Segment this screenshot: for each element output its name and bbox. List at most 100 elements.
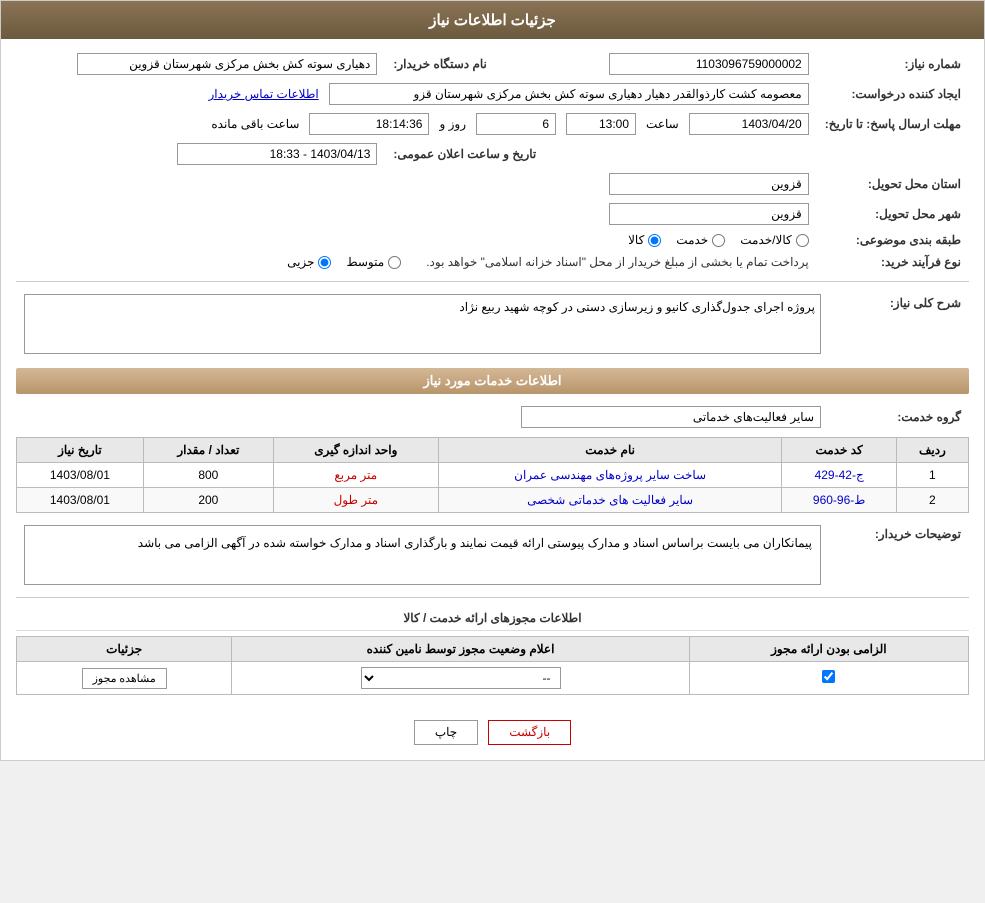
announcement-label: تاریخ و ساعت اعلان عمومی: [385, 139, 544, 169]
buyer-notes-label: توضیحات خریدار: [829, 521, 969, 589]
license-row: -- مشاهده مجوز [17, 662, 969, 695]
cell-unit: متر طول [273, 488, 438, 513]
contact-link[interactable]: اطلاعات تماس خریدار [208, 87, 318, 101]
table-row: 2 ط-96-960 سایر فعالیت های خدماتی شخصی م… [17, 488, 969, 513]
buyer-org-display: دهیاری سوته کش بخش مرکزی شهرستان قزوین [77, 53, 377, 75]
radio-service[interactable]: خدمت [676, 233, 725, 247]
process-note: پرداخت تمام یا بخشی از مبلغ خریدار از مح… [426, 255, 809, 269]
city-display: قزوین [609, 203, 809, 225]
city-value: قزوین [16, 199, 817, 229]
announcement-display: 1403/04/13 - 18:33 [177, 143, 377, 165]
col-details: جزئیات [17, 637, 232, 662]
page-wrapper: جزئیات اطلاعات نیاز شماره نیاز: 11030967… [0, 0, 985, 761]
radio-kala-service[interactable]: کالا/خدمت [740, 233, 808, 247]
deadline-time: 13:00 [566, 113, 636, 135]
service-group-display: سایر فعالیت‌های خدماتی [521, 406, 821, 428]
divider-2 [16, 597, 969, 598]
deadline-remaining-label: ساعت باقی مانده [211, 117, 299, 131]
radio-medium-input[interactable] [388, 256, 401, 269]
description-table: شرح کلی نیاز: پروژه اجرای جدول‌گذاری کان… [16, 290, 969, 358]
license-table: الزامی بودن ارائه مجوز اعلام وضعیت مجوز … [16, 636, 969, 695]
service-group-value: سایر فعالیت‌های خدماتی [16, 402, 829, 432]
cell-name: ساخت سایر پروژه‌های مهندسی عمران [438, 463, 782, 488]
license-required-cell [689, 662, 968, 695]
col-service-name: نام خدمت [438, 438, 782, 463]
radio-service-input[interactable] [712, 234, 725, 247]
buyer-notes-cell: پیمانکاران می بایست براساس اسناد و مدارک… [16, 521, 829, 589]
creator-label: ایجاد کننده درخواست: [817, 79, 969, 109]
deadline-remaining: 18:14:36 [309, 113, 429, 135]
cell-code: ج-42-429 [782, 463, 896, 488]
radio-minor-label: جزیی [287, 255, 314, 269]
need-number-value: 1103096759000002 [564, 49, 816, 79]
cell-quantity: 800 [143, 463, 273, 488]
page-title: جزئیات اطلاعات نیاز [429, 12, 556, 29]
cell-quantity: 200 [143, 488, 273, 513]
announcement-value: 1403/04/13 - 18:33 [16, 139, 385, 169]
province-display: قزوین [609, 173, 809, 195]
deadline-days-label: روز و [439, 117, 466, 131]
license-required-checkbox[interactable] [822, 670, 835, 683]
radio-kala[interactable]: کالا [628, 233, 661, 247]
services-section-title: اطلاعات خدمات مورد نیاز [16, 368, 969, 394]
divider-1 [16, 281, 969, 282]
deadline-time-label: ساعت [646, 117, 679, 131]
description-label: شرح کلی نیاز: [829, 290, 969, 358]
service-group-table: گروه خدمت: سایر فعالیت‌های خدماتی [16, 402, 969, 432]
license-status-select[interactable]: -- [361, 667, 561, 689]
description-cell: پروژه اجرای جدول‌گذاری کانیو و زیرسازی د… [16, 290, 829, 358]
need-number-label: شماره نیاز: [817, 49, 969, 79]
col-unit: واحد اندازه گیری [273, 438, 438, 463]
deadline-label: مهلت ارسال پاسخ: تا تاریخ: [817, 109, 969, 139]
page-header: جزئیات اطلاعات نیاز [1, 1, 984, 39]
radio-kala-service-input[interactable] [796, 234, 809, 247]
radio-kala-label: کالا [628, 233, 644, 247]
category-label: طبقه بندی موضوعی: [817, 229, 969, 251]
buyer-org-label: نام دستگاه خریدار: [385, 49, 544, 79]
cell-num: 1 [896, 463, 968, 488]
service-group-label: گروه خدمت: [829, 402, 969, 432]
print-button[interactable]: چاپ [414, 720, 478, 745]
col-required: الزامی بودن ارائه مجوز [689, 637, 968, 662]
buyer-org-value: دهیاری سوته کش بخش مرکزی شهرستان قزوین [16, 49, 385, 79]
col-row-num: ردیف [896, 438, 968, 463]
cell-date: 1403/08/01 [17, 463, 144, 488]
back-button[interactable]: بازگشت [488, 720, 571, 745]
cell-name: سایر فعالیت های خدماتی شخصی [438, 488, 782, 513]
radio-kala-service-label: کالا/خدمت [740, 233, 791, 247]
city-label: شهر محل تحویل: [817, 199, 969, 229]
license-details-cell: مشاهده مجوز [17, 662, 232, 695]
notes-table: توضیحات خریدار: پیمانکاران می بایست براس… [16, 521, 969, 589]
province-label: استان محل تحویل: [817, 169, 969, 199]
license-sub-title: اطلاعات مجوزهای ارائه خدمت / کالا [16, 606, 969, 631]
cell-code: ط-96-960 [782, 488, 896, 513]
creator-value: معصومه کشت کارذوالقدر دهیار دهیاری سوته … [16, 79, 817, 109]
main-info-table: شماره نیاز: 1103096759000002 نام دستگاه … [16, 49, 969, 273]
deadline-date: 1403/04/20 [689, 113, 809, 135]
province-value: قزوین [16, 169, 817, 199]
cell-num: 2 [896, 488, 968, 513]
col-quantity: تعداد / مقدار [143, 438, 273, 463]
radio-minor[interactable]: جزیی [287, 255, 331, 269]
creator-display: معصومه کشت کارذوالقدر دهیار دهیاری سوته … [329, 83, 809, 105]
radio-kala-input[interactable] [648, 234, 661, 247]
col-service-code: کد خدمت [782, 438, 896, 463]
radio-service-label: خدمت [676, 233, 708, 247]
need-number-display: 1103096759000002 [609, 53, 809, 75]
description-text: پروژه اجرای جدول‌گذاری کانیو و زیرسازی د… [24, 294, 821, 354]
process-label: نوع فرآیند خرید: [817, 251, 969, 273]
category-row: کالا/خدمت خدمت کالا [16, 229, 817, 251]
radio-minor-input[interactable] [318, 256, 331, 269]
cell-unit: متر مربع [273, 463, 438, 488]
radio-medium-label: متوسط [346, 255, 384, 269]
buyer-notes-text: پیمانکاران می بایست براساس اسناد و مدارک… [24, 525, 821, 585]
deadline-days: 6 [476, 113, 556, 135]
cell-date: 1403/08/01 [17, 488, 144, 513]
col-status: اعلام وضعیت مجوز توسط نامین کننده [232, 637, 689, 662]
view-license-button[interactable]: مشاهده مجوز [82, 668, 167, 689]
radio-medium[interactable]: متوسط [346, 255, 401, 269]
services-table: ردیف کد خدمت نام خدمت واحد اندازه گیری ت… [16, 437, 969, 513]
main-content: شماره نیاز: 1103096759000002 نام دستگاه … [1, 39, 984, 705]
deadline-row: 1403/04/20 ساعت 13:00 6 روز و 18:14:36 س… [16, 109, 817, 139]
process-row: پرداخت تمام یا بخشی از مبلغ خریدار از مح… [16, 251, 817, 273]
